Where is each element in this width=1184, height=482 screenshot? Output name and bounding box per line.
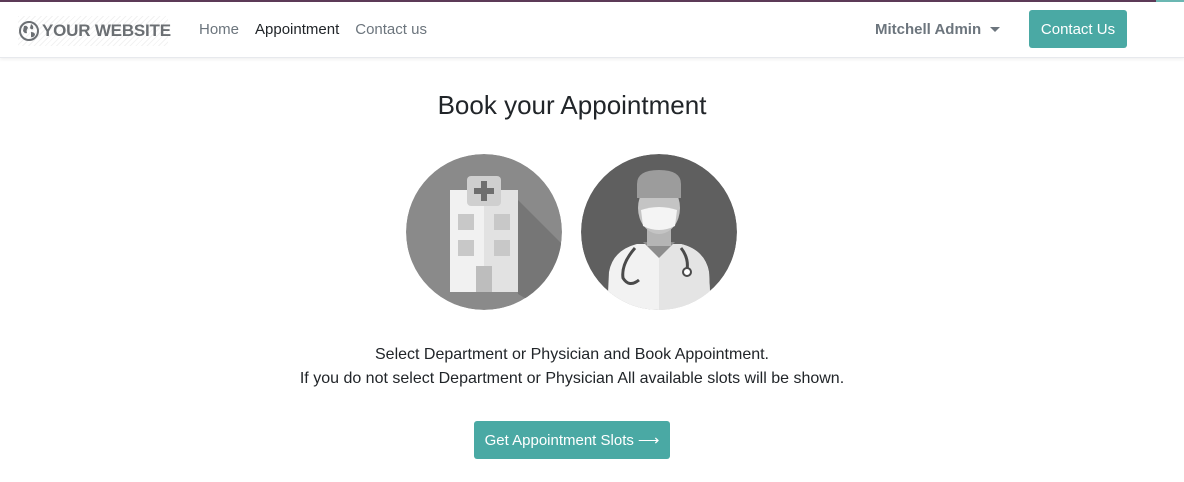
globe-icon [19, 21, 39, 41]
site-logo[interactable]: YOUR WEBSITE [18, 16, 171, 46]
doctor-icon [581, 154, 737, 310]
page-title: Book your Appointment [437, 90, 707, 120]
appointment-instructions: Select Department or Physician and Book … [0, 343, 1144, 391]
user-menu-toggle[interactable]: Mitchell Admin [875, 21, 1001, 38]
nav-item-contact[interactable]: Contact us [355, 21, 427, 38]
contact-us-button[interactable]: Contact Us [1029, 10, 1127, 48]
nav-item-appointment[interactable]: Appointment [255, 21, 339, 38]
hospital-icon [406, 154, 562, 310]
arrow-right-icon: ⟶ [637, 432, 660, 449]
department-option[interactable] [406, 154, 562, 310]
user-name: Mitchell Admin [875, 21, 982, 38]
site-name: YOUR WEBSITE [42, 21, 171, 40]
instruction-line-2: If you do not select Department or Physi… [299, 370, 845, 387]
physician-option[interactable] [581, 154, 737, 310]
caret-down-icon [990, 27, 1001, 32]
top-navbar: YOUR WEBSITE Home Appointment Contact us… [0, 2, 1184, 58]
instruction-line-1: Select Department or Physician and Book … [375, 346, 769, 363]
main-nav: Home Appointment Contact us [199, 21, 427, 38]
get-appointment-slots-button[interactable]: Get Appointment Slots ⟶ [474, 421, 670, 459]
slots-button-label: Get Appointment Slots [484, 431, 634, 449]
nav-item-home[interactable]: Home [199, 21, 239, 38]
